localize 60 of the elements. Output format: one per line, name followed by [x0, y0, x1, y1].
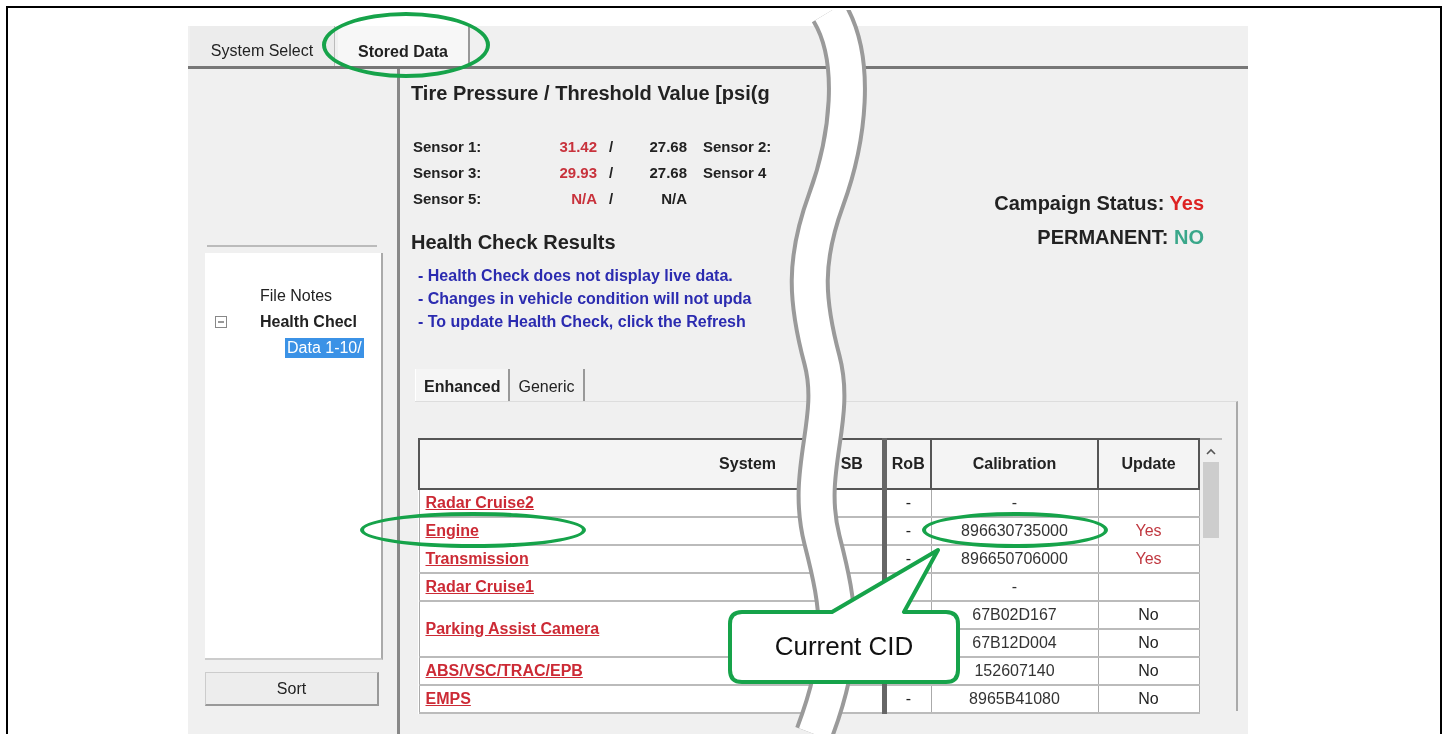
table-cell: Yes	[1135, 522, 1162, 539]
collapse-icon[interactable]	[215, 316, 227, 328]
tree-item[interactable]: File Notes	[258, 286, 335, 306]
table-cell: No	[1138, 662, 1159, 679]
permanent-status-label: PERMANENT:	[1037, 226, 1169, 248]
sensor-label: Sensor 5:	[413, 189, 483, 209]
info-note: - Health Check does not display live data.	[418, 266, 734, 286]
sort-button[interactable]: Sort	[205, 672, 379, 706]
tab[interactable]: Stored Data	[338, 26, 470, 66]
threshold-value: 27.68	[648, 163, 687, 183]
column-header: RoB	[884, 439, 931, 489]
table-cell: 67B02D167	[972, 606, 1057, 623]
sensor-label: Sensor 3:	[413, 163, 483, 183]
table-cell: No	[1138, 690, 1159, 707]
slash-text: /	[607, 137, 615, 157]
system-link[interactable]: Transmission	[425, 550, 529, 567]
system-link[interactable]: Radar Cruise1	[425, 578, 534, 595]
section-title: Health Check Results	[411, 230, 617, 254]
campaign-status-label: Campaign Status:	[994, 192, 1165, 214]
sensor-label: Sensor 2:	[702, 137, 773, 157]
column-header: Calibration	[931, 439, 1098, 489]
system-link[interactable]: Radar Cruise2	[425, 494, 534, 511]
permanent-status-value: NO	[1174, 226, 1204, 248]
system-link[interactable]: Engine	[425, 522, 479, 539]
system-link[interactable]: EMPS	[425, 690, 471, 707]
tree-item[interactable]: Health Checl	[258, 312, 359, 332]
table-cell: 896630735000	[961, 522, 1068, 539]
campaign-status-value: Yes	[1169, 192, 1204, 214]
table-cell: 67B12D004	[972, 634, 1057, 651]
table-cell: 896650706000	[961, 550, 1068, 567]
panel-title: Tire Pressure / Threshold Value [psi(g	[411, 81, 771, 105]
table-cell: -	[905, 522, 912, 539]
slash-text: /	[607, 163, 615, 183]
info-note: - Changes in vehicle condition will not upda	[418, 289, 753, 309]
threshold-value: N/A	[660, 189, 687, 209]
tab[interactable]: Enhanced	[415, 369, 511, 401]
pressure-value: 31.42	[558, 137, 597, 157]
pressure-value: N/A	[570, 189, 597, 209]
sensor-label: Sensor 4	[702, 163, 768, 183]
table-cell: -	[905, 550, 912, 567]
table-cell: -	[1011, 578, 1018, 595]
table-cell: 152607140	[974, 662, 1055, 679]
table-cell: No	[1138, 606, 1159, 623]
table-cell: No	[1138, 634, 1159, 651]
threshold-value: 27.68	[648, 137, 687, 157]
sensor-label: Sensor 1:	[413, 137, 483, 157]
table-cell: Yes	[1135, 550, 1162, 567]
slash-text: /	[607, 189, 615, 209]
info-note: - To update Health Check, click the Refresh	[418, 312, 747, 332]
pressure-value: 29.93	[558, 163, 597, 183]
table-cell: -	[1011, 494, 1018, 511]
system-link[interactable]: Parking Assist Camera	[425, 620, 600, 637]
tab[interactable]: System Select	[190, 26, 335, 66]
scroll-thumb[interactable]	[1203, 462, 1219, 538]
table-cell: 8965B41080	[969, 690, 1060, 707]
scroll-up-icon[interactable]	[1206, 448, 1216, 456]
tree-item[interactable]: Data 1-10/	[285, 338, 364, 358]
column-header: Update	[1098, 439, 1199, 489]
table-cell: -	[905, 690, 912, 707]
table-cell: -	[905, 494, 912, 511]
